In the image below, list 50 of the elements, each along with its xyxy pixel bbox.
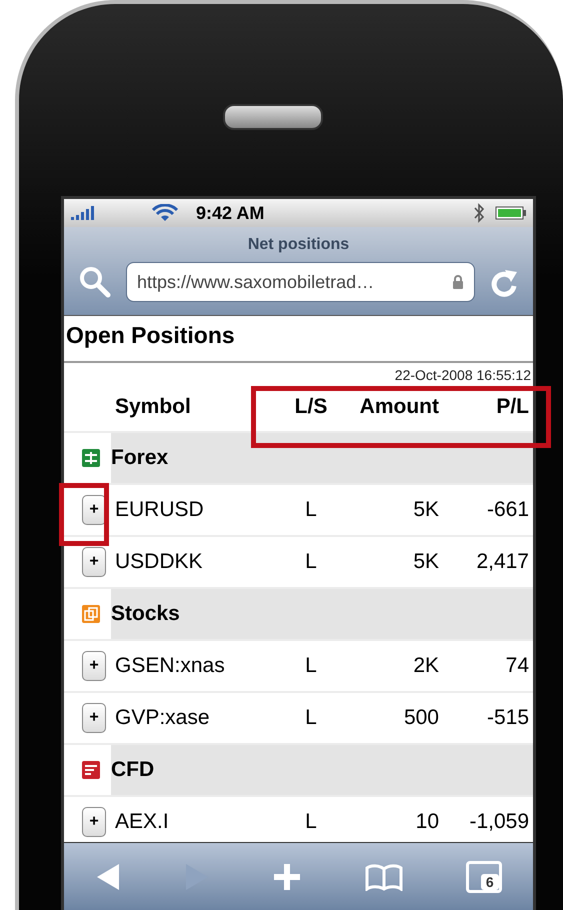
pl-cell-text: -1,059 [468, 810, 529, 834]
pl-cell-text: -661 [486, 498, 529, 522]
pl-cell-text: 2,417 [475, 550, 529, 574]
bluetooth-icon [473, 203, 485, 223]
amount-cell-text: 500 [402, 706, 439, 730]
add-icon[interactable] [272, 862, 302, 892]
amount-cell-text: 2K [412, 654, 439, 678]
ls-cell-text: L [304, 810, 318, 834]
amount-cell-text: 10 [414, 810, 439, 834]
highlight-box [59, 483, 109, 546]
lock-icon [452, 274, 464, 290]
symbol-cell-text: GSEN:xnas [114, 654, 226, 678]
group-heading: Forex [111, 433, 533, 483]
ls-cell-text: L [304, 498, 318, 522]
column-header: Amount [358, 395, 439, 419]
page-heading: Open Positions [65, 321, 236, 349]
back-icon[interactable] [95, 862, 122, 892]
status-time: 9:42 AM [196, 202, 266, 224]
group-heading: Stocks [111, 589, 533, 639]
bookmarks-icon[interactable] [365, 862, 404, 890]
ls-cell-text: L [304, 654, 318, 678]
symbol-cell-text: AEX.I [114, 810, 170, 834]
tabs-button[interactable]: 6 [466, 860, 502, 892]
search-icon[interactable] [78, 265, 112, 299]
ls-cell-text: L [304, 550, 318, 574]
timestamp: 22-Oct-2008 16:55:12 [394, 366, 532, 383]
page-title: Net positions [246, 235, 350, 254]
column-header: P/L [495, 395, 529, 419]
group-heading: CFD [111, 745, 533, 795]
document-icon [82, 761, 100, 779]
stocks-icon [82, 605, 100, 623]
amount-cell-text: 5K [412, 498, 439, 522]
expand-button[interactable]: + [82, 703, 106, 733]
exchange-icon [82, 449, 100, 467]
battery-icon [495, 206, 527, 220]
pl-cell-text: -515 [486, 706, 529, 730]
ls-cell-text: L [304, 706, 318, 730]
symbol-cell-text: EURUSD [114, 498, 205, 522]
expand-button[interactable]: + [82, 651, 106, 681]
symbol-cell-text: GVP:xase [114, 706, 211, 730]
wifi-icon [152, 204, 178, 222]
column-header: Symbol [114, 395, 192, 419]
address-field[interactable]: https://www.saxomobiletrad… [126, 262, 475, 302]
expand-button[interactable]: + [82, 495, 106, 525]
expand-button[interactable]: + [82, 547, 106, 577]
expand-button[interactable]: + [82, 807, 106, 837]
column-header: L/S [294, 395, 328, 419]
symbol-cell-text: USDDKK [114, 550, 204, 574]
amount-cell-text: 5K [412, 550, 439, 574]
pl-cell-text: 74 [504, 654, 529, 678]
